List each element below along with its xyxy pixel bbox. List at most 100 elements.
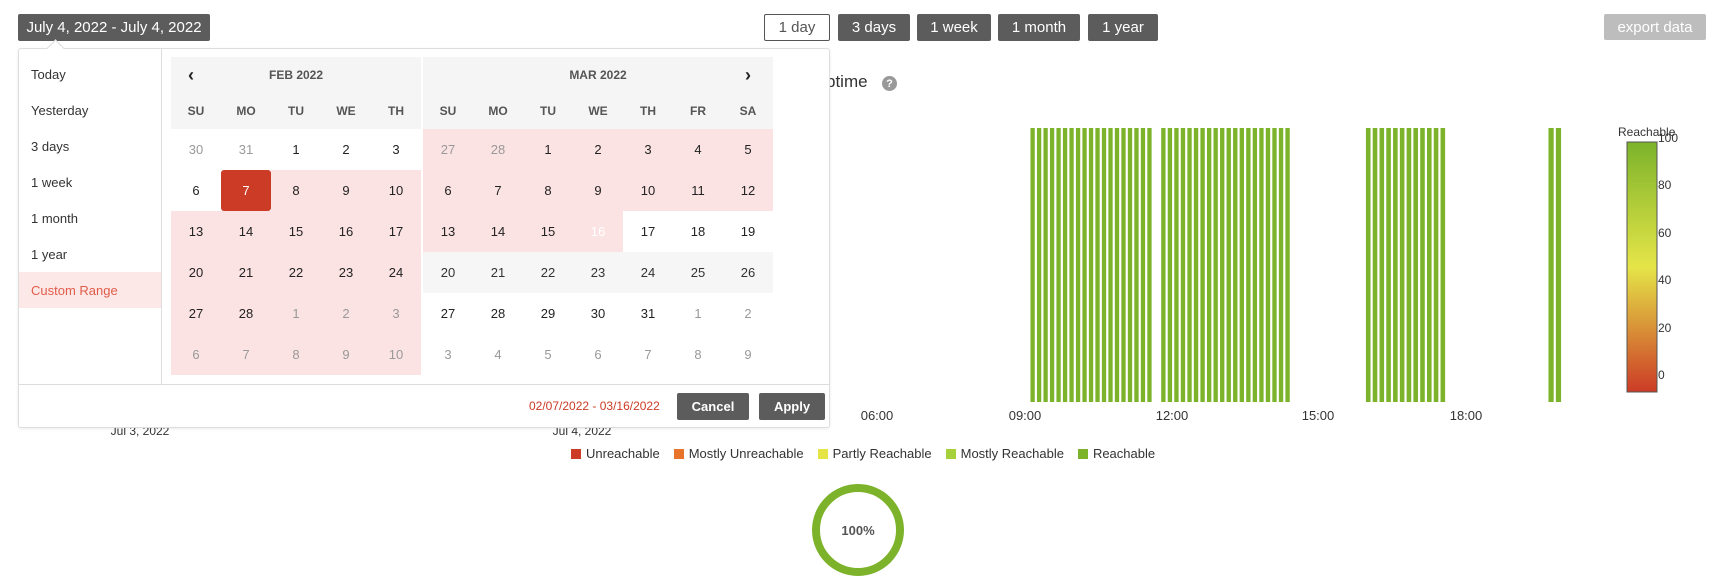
uptime-bar[interactable] [1134,128,1139,402]
range-item-3-days[interactable]: 3 days [19,128,161,164]
calendar-day[interactable]: 16 [573,211,623,252]
uptime-bar[interactable] [1420,128,1425,402]
uptime-bar[interactable] [1187,128,1192,402]
range-item-1-year[interactable]: 1 year [19,236,161,272]
range-item-yesterday[interactable]: Yesterday [19,92,161,128]
uptime-bar[interactable] [1272,128,1277,402]
calendar-day[interactable]: 31 [221,129,271,170]
range-item-1-month[interactable]: 1 month [19,200,161,236]
calendar-day[interactable]: 25 [673,252,723,293]
uptime-bar[interactable] [1095,128,1100,402]
uptime-bar[interactable] [1278,128,1284,402]
calendar-day[interactable]: 18 [673,211,723,252]
uptime-bar[interactable] [1386,128,1391,402]
calendar-day[interactable]: 22 [271,252,321,293]
calendar-day[interactable]: 3 [623,129,673,170]
uptime-bar[interactable] [1440,128,1446,402]
uptime-bar[interactable] [1127,128,1133,402]
uptime-bar[interactable] [1246,128,1251,402]
calendar-day[interactable]: 17 [371,211,421,252]
calendar-day[interactable]: 14 [221,211,271,252]
calendar-day[interactable]: 7 [623,334,673,375]
calendar-day[interactable]: 3 [371,293,421,334]
uptime-bar[interactable] [1548,128,1554,402]
calendar-day[interactable]: 23 [573,252,623,293]
uptime-bar[interactable] [1239,128,1244,402]
calendar-day[interactable]: 27 [171,293,221,334]
calendar-day[interactable]: 5 [523,334,573,375]
calendar-day[interactable]: 3 [371,129,421,170]
uptime-bar[interactable] [1147,128,1152,402]
uptime-bar[interactable] [1433,128,1439,402]
calendar-day[interactable]: 10 [623,170,673,211]
calendar-day[interactable]: 8 [271,334,321,375]
uptime-bar[interactable] [1167,128,1173,402]
uptime-bar[interactable] [1200,128,1205,402]
uptime-bar[interactable] [1379,128,1385,402]
uptime-bar[interactable] [1114,128,1120,402]
calendar-day[interactable]: 4 [473,334,523,375]
calendar-day[interactable]: 9 [573,170,623,211]
calendar-day[interactable]: 8 [271,170,321,211]
uptime-bar[interactable] [1101,128,1107,402]
calendar-day[interactable]: 7 [221,334,271,375]
calendar-day[interactable]: 15 [271,211,321,252]
calendar-day[interactable]: 1 [523,129,573,170]
uptime-bar[interactable] [1285,128,1290,402]
calendar-day[interactable]: 13 [423,211,473,252]
uptime-bar[interactable] [1220,128,1225,402]
legend-item[interactable]: Unreachable [571,446,660,461]
uptime-bar[interactable] [1108,128,1113,402]
cancel-button[interactable]: Cancel [677,393,749,420]
calendar-day[interactable]: 15 [523,211,573,252]
calendar-day[interactable]: 6 [573,334,623,375]
uptime-bar[interactable] [1399,128,1405,402]
calendar-day[interactable]: 13 [171,211,221,252]
apply-button[interactable]: Apply [759,393,825,420]
calendar-day[interactable]: 30 [573,293,623,334]
question-circle-icon[interactable]: ? [882,76,897,91]
calendar-day[interactable]: 2 [321,293,371,334]
uptime-bar[interactable] [1049,128,1055,402]
uptime-bar[interactable] [1056,128,1061,402]
range-item-custom-range[interactable]: Custom Range [19,272,161,308]
calendar-day[interactable]: 1 [271,293,321,334]
calendar-day[interactable]: 27 [423,293,473,334]
uptime-bar[interactable] [1413,128,1418,402]
calendar-day[interactable]: 11 [673,170,723,211]
uptime-bar[interactable] [1226,128,1231,402]
calendar-day[interactable]: 28 [473,293,523,334]
calendar-day[interactable]: 21 [221,252,271,293]
calendar-day[interactable]: 8 [523,170,573,211]
calendar-day[interactable]: 10 [371,334,421,375]
uptime-bar[interactable] [1259,128,1264,402]
calendar-day[interactable]: 14 [473,211,523,252]
uptime-bar[interactable] [1075,128,1081,402]
uptime-bar[interactable] [1161,128,1166,402]
legend-item[interactable]: Mostly Reachable [945,446,1064,461]
calendar-day[interactable]: 20 [171,252,221,293]
calendar-day[interactable]: 17 [623,211,673,252]
calendar-day[interactable]: 2 [573,129,623,170]
uptime-bar[interactable] [1372,128,1378,402]
calendar-day[interactable]: 26 [723,252,773,293]
calendar-day[interactable]: 27 [423,129,473,170]
uptime-bar[interactable] [1206,128,1212,402]
calendar-day[interactable]: 3 [423,334,473,375]
calendar-day[interactable]: 9 [321,170,371,211]
calendar-day[interactable]: 4 [673,129,723,170]
calendar-day[interactable]: 16 [321,211,371,252]
uptime-bar[interactable] [1174,128,1179,402]
uptime-bar[interactable] [1426,128,1432,402]
uptime-bar[interactable] [1030,128,1035,402]
calendar-day[interactable]: 31 [623,293,673,334]
legend-item[interactable]: Mostly Unreachable [673,446,804,461]
uptime-bar[interactable] [1140,128,1146,402]
calendar-day[interactable]: 24 [371,252,421,293]
calendar-day[interactable]: 6 [423,170,473,211]
calendar-day[interactable]: 12 [723,170,773,211]
calendar-day[interactable]: 2 [723,293,773,334]
calendar-day[interactable]: 6 [171,170,221,211]
calendar-day[interactable]: 10 [371,170,421,211]
calendar-day[interactable]: 9 [321,334,371,375]
